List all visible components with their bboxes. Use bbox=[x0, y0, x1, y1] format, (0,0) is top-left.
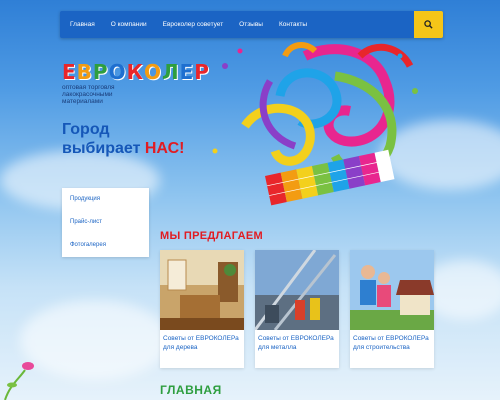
slogan-line1: Город bbox=[62, 121, 110, 138]
wood-interior-image bbox=[160, 250, 244, 330]
flower-decoration-icon bbox=[4, 362, 34, 400]
offer-card-construction-label: Советы от ЕВРОКОЛЕРа для строительства bbox=[353, 335, 429, 351]
slogan-line2-prefix: выбирает bbox=[62, 140, 141, 157]
offer-card-metal[interactable]: Советы от ЕВРОКОЛЕРа для металла bbox=[255, 250, 339, 368]
offer-card-metal-label: Советы от ЕВРОКОЛЕРа для металла bbox=[258, 335, 334, 351]
nav-item-advice[interactable]: Евроколер советует bbox=[163, 21, 224, 28]
offer-card-construction[interactable]: Советы от ЕВРОКОЛЕРа для строительства bbox=[350, 250, 434, 368]
nav-item-contacts[interactable]: Контакты bbox=[279, 21, 307, 28]
slogan-line2: выбирает НАС! bbox=[62, 139, 184, 158]
offers-heading: МЫ ПРЕДЛАГАЕМ bbox=[160, 230, 263, 242]
sidebar-item-price-list[interactable]: Прайс-лист bbox=[62, 211, 149, 234]
nav-item-about[interactable]: О компании bbox=[111, 21, 147, 28]
search-button[interactable] bbox=[414, 11, 443, 38]
logo-subtitle: оптовая торговля лакокрасочными материал… bbox=[62, 84, 115, 105]
offer-card-wood-label: Советы от ЕВРОКОЛЕРа для дерева bbox=[163, 335, 239, 351]
nav-item-home[interactable]: Главная bbox=[70, 21, 95, 28]
offer-card-wood[interactable]: Советы от ЕВРОКОЛЕРа для дерева bbox=[160, 250, 244, 368]
sidebar-menu: Продукция Прайс-лист Фотогалерея bbox=[62, 188, 149, 257]
sidebar-item-products[interactable]: Продукция bbox=[62, 188, 149, 211]
top-navigation: Главная О компании Евроколер советует От… bbox=[60, 11, 443, 38]
family-house-image bbox=[350, 250, 434, 330]
search-icon bbox=[424, 20, 433, 29]
cloud-decoration bbox=[20, 300, 170, 380]
paint-splash-illustration bbox=[212, 42, 418, 206]
main-section-heading: ГЛАВНАЯ bbox=[160, 383, 222, 397]
metal-industrial-image bbox=[255, 250, 339, 330]
nav-item-reviews[interactable]: Отзывы bbox=[239, 21, 263, 28]
slogan: Город выбирает НАС! bbox=[62, 120, 184, 158]
sidebar-item-gallery[interactable]: Фотогалерея bbox=[62, 234, 149, 257]
slogan-highlight: НАС! bbox=[144, 140, 185, 157]
